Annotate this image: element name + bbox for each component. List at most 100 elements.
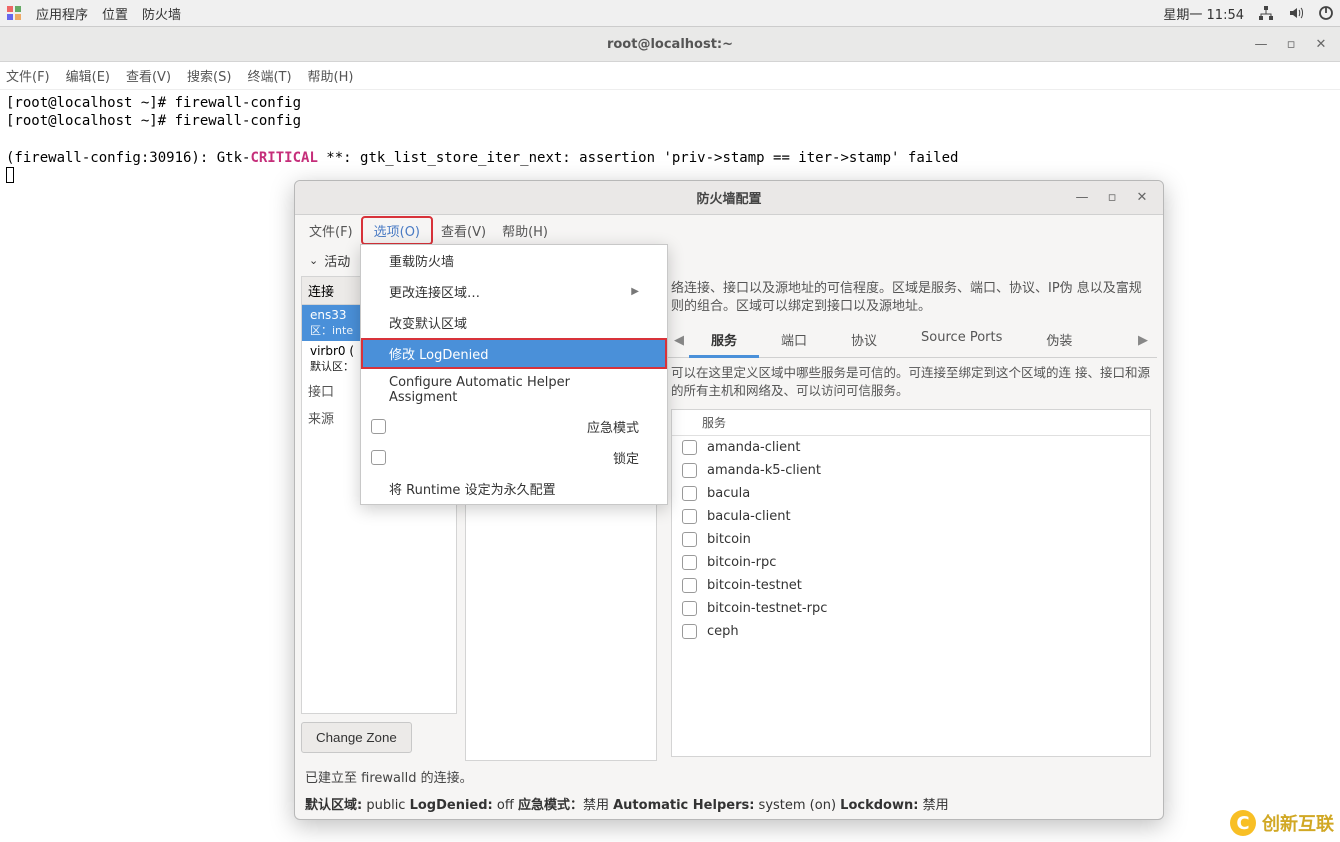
term-menu-file[interactable]: 文件(F) (6, 66, 50, 85)
service-row[interactable]: ceph (672, 620, 1150, 643)
change-zone-button[interactable]: Change Zone (301, 722, 412, 753)
menu-item[interactable]: 更改连接区域… ▶ (361, 276, 667, 307)
menu-places[interactable]: 位置 (102, 4, 128, 23)
service-checkbox[interactable] (682, 486, 697, 501)
menu-item-label: 应急模式 (587, 417, 639, 436)
close-button[interactable]: ✕ (1306, 30, 1336, 58)
service-checkbox[interactable] (682, 509, 697, 524)
service-label: bacula-client (707, 509, 791, 524)
term-menu-search[interactable]: 搜索(S) (187, 66, 231, 85)
service-label: amanda-client (707, 440, 800, 455)
fw-menubar: 文件(F) 选项(O) 查看(V) 帮助(H) (295, 215, 1163, 245)
service-row[interactable]: bacula-client (672, 505, 1150, 528)
activities-icon (6, 5, 22, 21)
fw-close-button[interactable]: ✕ (1127, 184, 1157, 212)
terminal-title: root@localhost:~ (607, 37, 733, 52)
fw-menu-options[interactable]: 选项(O) (361, 216, 433, 245)
fw-expander-label: 活动 (324, 251, 350, 270)
service-label: ceph (707, 624, 739, 639)
menu-item-label: 锁定 (613, 448, 639, 467)
menu-item[interactable]: 应急模式 (361, 411, 667, 442)
menu-item[interactable]: 将 Runtime 设定为永久配置 (361, 473, 667, 504)
terminal-line: (firewall-config:30916): Gtk-CRITICAL **… (6, 149, 1334, 167)
term-menu-view[interactable]: 查看(V) (126, 66, 171, 85)
services-column-header: 服务 (672, 410, 1150, 436)
zone-description: 络连接、接口以及源地址的可信程度。区域是服务、端口、协议、IP伪 息以及富规则的… (665, 276, 1157, 324)
fw-menu-help[interactable]: 帮助(H) (494, 217, 556, 244)
term-menu-edit[interactable]: 编辑(E) (66, 66, 110, 85)
watermark-text: 创新互联 (1262, 810, 1334, 836)
service-label: bitcoin-testnet-rpc (707, 601, 827, 616)
service-row[interactable]: amanda-k5-client (672, 459, 1150, 482)
submenu-arrow-icon: ▶ (631, 286, 639, 297)
power-icon[interactable] (1318, 5, 1334, 21)
menu-item-label: 重载防火墙 (389, 251, 454, 270)
service-checkbox[interactable] (682, 555, 697, 570)
service-checkbox[interactable] (682, 601, 697, 616)
menu-item[interactable]: 修改 LogDenied (361, 338, 667, 369)
terminal-line: [root@localhost ~]# firewall-config (6, 112, 1334, 130)
terminal-titlebar: root@localhost:~ — ▫ ✕ (0, 27, 1340, 62)
fw-menu-view[interactable]: 查看(V) (433, 217, 494, 244)
tab-协议[interactable]: 协议 (829, 324, 899, 358)
fw-status-connection: 已建立至 firewalld 的连接。 (295, 761, 1163, 792)
menu-item-label: 修改 LogDenied (389, 344, 488, 363)
service-row[interactable]: bitcoin-testnet (672, 574, 1150, 597)
fw-minimize-button[interactable]: — (1067, 184, 1097, 212)
service-label: bitcoin-rpc (707, 555, 776, 570)
fw-title: 防火墙配置 (696, 188, 761, 207)
service-row[interactable]: bacula (672, 482, 1150, 505)
gnome-top-panel: 应用程序 位置 防火墙 星期一 11:54 (0, 0, 1340, 27)
service-label: bacula (707, 486, 750, 501)
watermark: C 创新互联 (1230, 810, 1334, 836)
term-menu-help[interactable]: 帮助(H) (308, 66, 354, 85)
tab-端口[interactable]: 端口 (759, 324, 829, 358)
service-checkbox[interactable] (682, 532, 697, 547)
options-dropdown-menu: 重载防火墙更改连接区域… ▶ 改变默认区域修改 LogDenied Configure… (360, 244, 668, 505)
menu-firewall[interactable]: 防火墙 (142, 4, 181, 23)
terminal-window: root@localhost:~ — ▫ ✕ 文件(F) 编辑(E) 查看(V)… (0, 27, 1340, 192)
clock[interactable]: 星期一 11:54 (1163, 4, 1244, 23)
service-row[interactable]: bitcoin-rpc (672, 551, 1150, 574)
tab-伪装[interactable]: 伪装 (1024, 324, 1094, 358)
menu-item[interactable]: 重载防火墙 (361, 245, 667, 276)
service-checkbox[interactable] (682, 440, 697, 455)
fw-tabs: ◀ 服务端口协议Source Ports伪装 ▶ (665, 324, 1157, 358)
minimize-button[interactable]: — (1246, 30, 1276, 58)
menu-item-label: 将 Runtime 设定为永久配置 (389, 479, 556, 498)
service-checkbox[interactable] (682, 463, 697, 478)
tab-scroll-right[interactable]: ▶ (1133, 333, 1153, 348)
service-checkbox[interactable] (682, 578, 697, 593)
service-checkbox[interactable] (682, 624, 697, 639)
menu-item-label: Configure Automatic Helper Assigment (389, 375, 639, 405)
menu-item-label: 更改连接区域… (389, 282, 480, 301)
terminal-menubar: 文件(F) 编辑(E) 查看(V) 搜索(S) 终端(T) 帮助(H) (0, 62, 1340, 90)
services-description: 可以在这里定义区域中哪些服务是可信的。可连接至绑定到这个区域的连 接、接口和源的… (665, 358, 1157, 405)
service-row[interactable]: bitcoin-testnet-rpc (672, 597, 1150, 620)
term-menu-terminal[interactable]: 终端(T) (247, 66, 291, 85)
service-row[interactable]: amanda-client (672, 436, 1150, 459)
fw-status-bar: 默认区域: public LogDenied: off 应急模式：禁用 Auto… (295, 792, 1163, 819)
menu-applications[interactable]: 应用程序 (36, 4, 88, 23)
fw-menu-file[interactable]: 文件(F) (301, 217, 361, 244)
services-list: 服务 amanda-client amanda-k5-client bacula ba… (671, 409, 1151, 757)
tab-scroll-left[interactable]: ◀ (669, 333, 689, 348)
maximize-button[interactable]: ▫ (1276, 30, 1306, 58)
fw-maximize-button[interactable]: ▫ (1097, 184, 1127, 212)
menu-item-label: 改变默认区域 (389, 313, 467, 332)
service-row[interactable]: bitcoin (672, 528, 1150, 551)
tab-Source Ports[interactable]: Source Ports (899, 324, 1024, 358)
menu-checkbox[interactable] (371, 450, 386, 465)
menu-item[interactable]: 改变默认区域 (361, 307, 667, 338)
menu-item[interactable]: Configure Automatic Helper Assigment (361, 369, 667, 411)
network-icon[interactable] (1258, 5, 1274, 21)
chevron-down-icon: ⌄ (309, 254, 318, 267)
menu-item[interactable]: 锁定 (361, 442, 667, 473)
terminal-cursor (6, 167, 14, 183)
terminal-body[interactable]: [root@localhost ~]# firewall-config [roo… (0, 90, 1340, 192)
tab-服务[interactable]: 服务 (689, 324, 759, 358)
service-label: amanda-k5-client (707, 463, 821, 478)
menu-checkbox[interactable] (371, 419, 386, 434)
volume-icon[interactable] (1288, 5, 1304, 21)
terminal-line: [root@localhost ~]# firewall-config (6, 94, 1334, 112)
